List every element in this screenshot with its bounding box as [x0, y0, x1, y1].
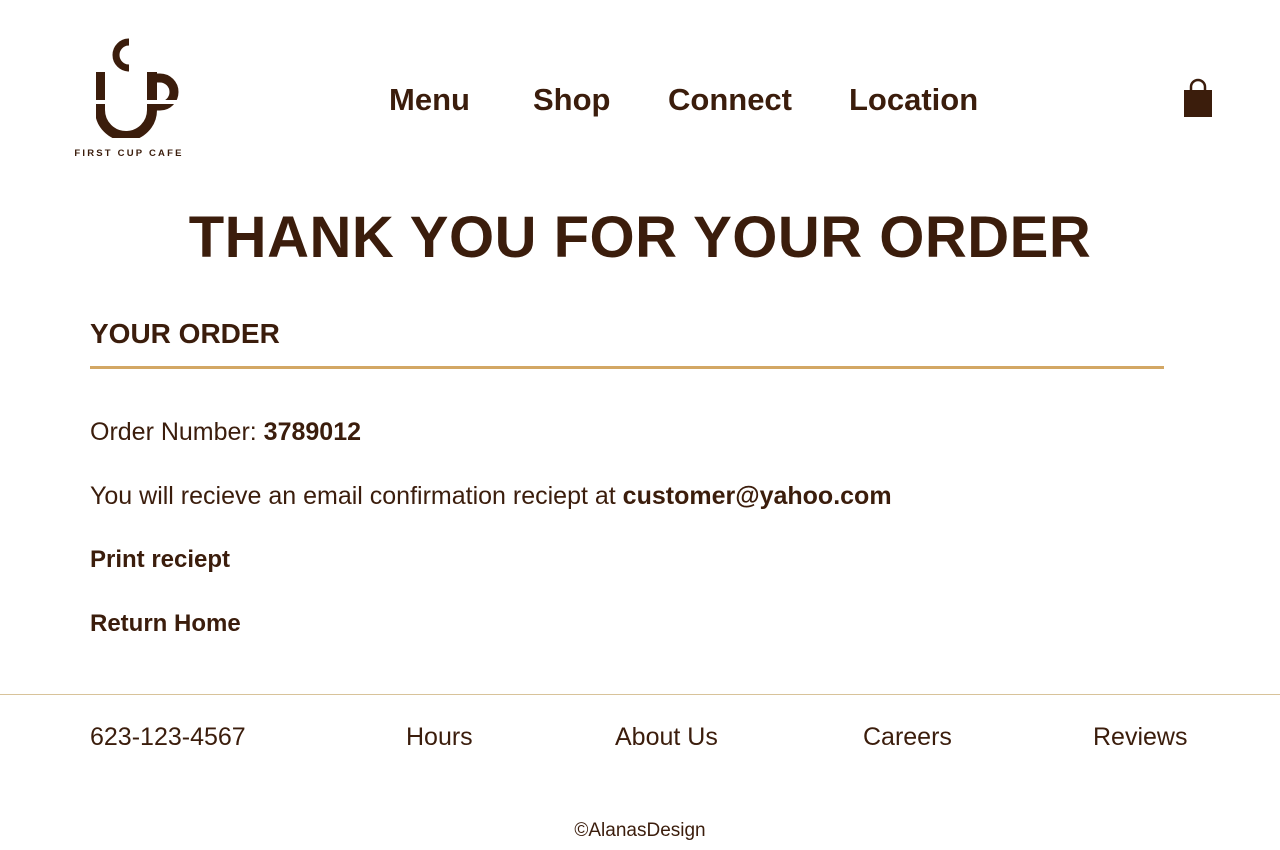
nav-item-location[interactable]: Location [849, 80, 978, 120]
page: FIRST CUP CAFE Menu Shop Connect Locatio… [0, 0, 1280, 850]
return-home-link[interactable]: Return Home [90, 608, 241, 640]
footer-hours-link[interactable]: Hours [406, 721, 473, 753]
email-confirmation-line: You will recieve an email confirmation r… [90, 480, 892, 512]
copyright: ©AlanasDesign [574, 820, 706, 841]
footer-divider [0, 694, 1280, 695]
logo-text: FIRST CUP CAFE [74, 148, 184, 159]
footer-reviews-link[interactable]: Reviews [1093, 721, 1187, 753]
shopping-bag-icon [1184, 78, 1212, 117]
email-confirmation-text: You will recieve an email confirmation r… [90, 482, 623, 510]
footer-careers-link[interactable]: Careers [863, 721, 952, 753]
section-heading: YOUR ORDER [90, 318, 280, 349]
print-receipt-link[interactable]: Print reciept [90, 544, 230, 576]
page-title: THANK YOU FOR YOUR ORDER [188, 205, 1092, 270]
nav-item-shop[interactable]: Shop [533, 80, 611, 120]
nav-item-menu[interactable]: Menu [389, 80, 470, 120]
order-number-line: Order Number: 3789012 [90, 416, 361, 448]
nav-item-connect[interactable]: Connect [668, 80, 792, 120]
order-number-value: 3789012 [263, 418, 361, 446]
email-address: customer@yahoo.com [622, 482, 892, 510]
footer-about-link[interactable]: About Us [615, 721, 718, 753]
cart-button[interactable] [1181, 78, 1215, 120]
section-divider [90, 366, 1164, 369]
order-number-label: Order Number: [90, 418, 264, 446]
footer-phone-link[interactable]: 623-123-4567 [90, 721, 246, 753]
main-nav: Menu Shop Connect Location [0, 80, 1280, 120]
